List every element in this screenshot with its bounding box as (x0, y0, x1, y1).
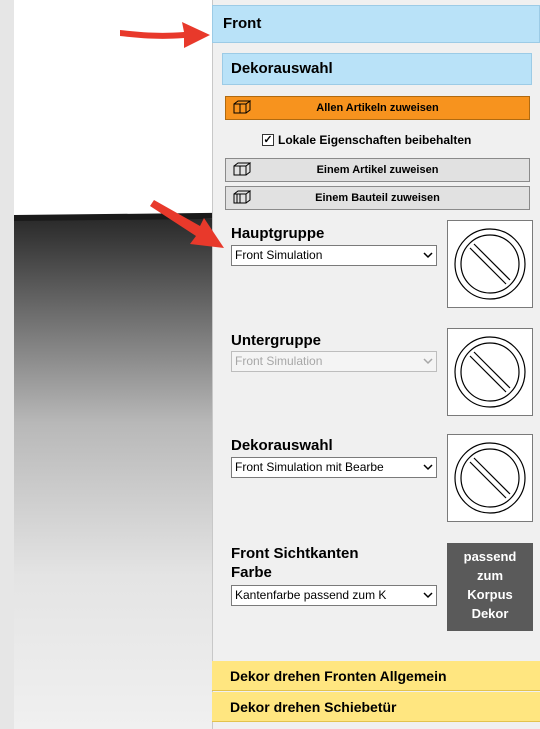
sichtkanten-select[interactable]: Kantenfarbe passend zum K (231, 585, 437, 606)
chevron-down-icon (423, 252, 433, 259)
hauptgruppe-select[interactable]: Front Simulation (231, 245, 437, 266)
untergruppe-value: Front Simulation (235, 354, 323, 368)
no-image-icon (454, 228, 526, 300)
dekor-drehen-schiebetuer-label: Dekor drehen Schiebetür (230, 699, 397, 715)
front-section-header[interactable]: Front (212, 5, 540, 43)
cabinet-icon (233, 100, 251, 114)
front-section-title: Front (223, 15, 262, 32)
keep-local-properties-label: Lokale Eigenschaften beibehalten (278, 133, 472, 147)
cabinet-icon (233, 162, 251, 176)
hauptgruppe-value: Front Simulation (235, 248, 323, 262)
sichtkanten-preview: passend zum Korpus Dekor (447, 543, 533, 631)
assign-one-article-label: Einem Artikel zuweisen (316, 164, 439, 176)
keep-local-properties-row[interactable]: ✓ Lokale Eigenschaften beibehalten (262, 131, 471, 149)
sichtkanten-preview-line2: zum (477, 568, 503, 583)
no-image-icon (454, 442, 526, 514)
left-border (0, 0, 14, 729)
annotation-arrow-icon (120, 22, 210, 48)
chevron-down-icon (423, 358, 433, 365)
dekor-drehen-schiebetuer-header[interactable]: Dekor drehen Schiebetür (212, 692, 540, 722)
viewport-floor (14, 219, 212, 729)
assign-one-part-label: Einem Bauteil zuweisen (315, 192, 440, 204)
untergruppe-label: Untergruppe (231, 332, 321, 349)
chevron-down-icon (423, 464, 433, 471)
dekorauswahl-select[interactable]: Front Simulation mit Bearbe (231, 457, 437, 478)
dekorauswahl-preview (447, 434, 533, 522)
assign-one-part-button[interactable]: Einem Bauteil zuweisen (225, 186, 530, 210)
cabinet-part-icon (233, 190, 251, 204)
chevron-down-icon (423, 592, 433, 599)
dekorauswahl-value: Front Simulation mit Bearbe (235, 460, 384, 474)
keep-local-properties-checkbox[interactable]: ✓ (262, 134, 274, 146)
sichtkanten-preview-line4: Dekor (471, 606, 509, 621)
dekor-drehen-fronten-allgemein-header[interactable]: Dekor drehen Fronten Allgemein (212, 661, 540, 691)
sichtkanten-value: Kantenfarbe passend zum K (235, 588, 387, 602)
sichtkanten-label-line1: Front Sichtkanten (231, 545, 359, 562)
untergruppe-preview (447, 328, 533, 416)
hauptgruppe-label: Hauptgruppe (231, 225, 325, 242)
no-image-icon (454, 336, 526, 408)
dekorauswahl-label: Dekorauswahl (231, 437, 333, 454)
dekorauswahl-section-header[interactable]: Dekorauswahl (222, 53, 532, 85)
sichtkanten-preview-line3: Korpus (467, 587, 513, 602)
assign-one-article-button[interactable]: Einem Artikel zuweisen (225, 158, 530, 182)
sichtkanten-label-line2: Farbe (231, 564, 272, 581)
dekorauswahl-section-title: Dekorauswahl (231, 60, 333, 77)
sichtkanten-preview-line1: passend (463, 549, 517, 564)
assign-all-articles-button[interactable]: Allen Artikeln zuweisen (225, 96, 530, 120)
hauptgruppe-preview (447, 220, 533, 308)
dekor-drehen-fronten-allgemein-label: Dekor drehen Fronten Allgemein (230, 668, 447, 684)
annotation-arrow-icon (150, 200, 224, 248)
untergruppe-select: Front Simulation (231, 351, 437, 372)
assign-all-articles-label: Allen Artikeln zuweisen (316, 102, 439, 114)
